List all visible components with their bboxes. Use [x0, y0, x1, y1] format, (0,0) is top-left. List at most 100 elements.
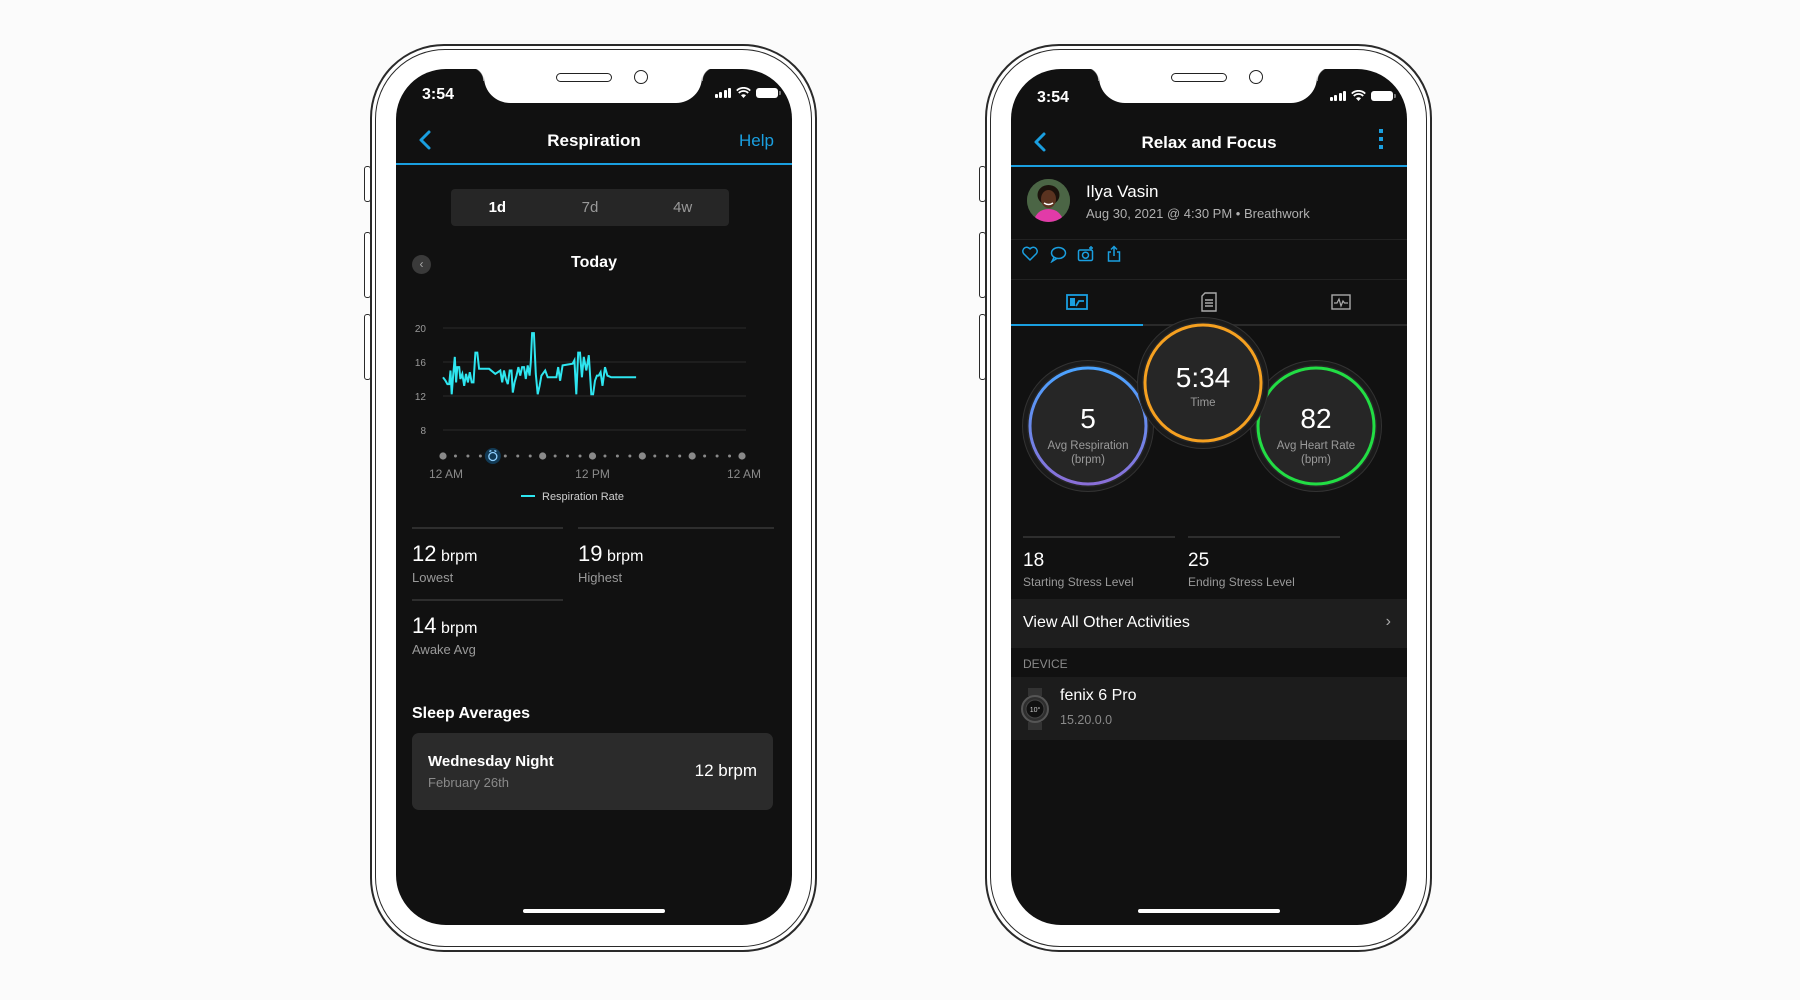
notch — [1085, 69, 1331, 103]
activity-tabs — [1011, 279, 1407, 326]
view-all-activities-row[interactable]: View All Other Activities › — [1011, 599, 1407, 648]
timeline-minor-dot — [603, 454, 607, 458]
mute-switch — [979, 166, 986, 202]
avg-heart-rate-ring: 82 Avg Heart Rate (bpm) — [1255, 365, 1377, 487]
speaker — [556, 73, 612, 82]
volume-up-button — [364, 232, 371, 298]
tab-details[interactable] — [1143, 280, 1275, 324]
stat-value: 19 — [578, 541, 603, 566]
segment-1d[interactable]: 1d — [451, 189, 544, 226]
sleep-average-card[interactable]: Wednesday Night February 26th 12 brpm — [412, 733, 773, 810]
timeline-minor-dot — [678, 454, 682, 458]
signal-icon — [1329, 90, 1346, 101]
battery-icon — [756, 88, 781, 98]
timeline-minor-dot — [528, 454, 532, 458]
timeline-minor-dot — [566, 454, 570, 458]
home-indicator[interactable] — [523, 909, 665, 913]
alarm-marker — [484, 448, 501, 464]
range-segmented-control: 1d 7d 4w — [451, 189, 729, 226]
y-tick-label: 8 — [420, 426, 426, 437]
segment-4w[interactable]: 4w — [636, 189, 729, 226]
ring-label: Time — [1190, 397, 1216, 409]
device-section-label: DEVICE — [1023, 657, 1068, 671]
sleep-averages-title: Sleep Averages — [412, 705, 530, 722]
view-all-label: View All Other Activities — [1023, 614, 1190, 631]
stat-value: 14 — [412, 613, 437, 638]
avatar[interactable] — [1027, 179, 1070, 222]
chevron-right-icon: › — [1385, 613, 1391, 630]
comment-icon[interactable] — [1049, 245, 1067, 263]
timeline-minor-dot — [503, 454, 507, 458]
x-tick-label: 12 PM — [575, 467, 610, 481]
heart-icon[interactable] — [1021, 245, 1039, 263]
volume-down-button — [979, 314, 986, 380]
battery-icon — [1371, 91, 1396, 101]
timeline-minor-dot — [628, 454, 632, 458]
add-photo-icon[interactable] — [1077, 245, 1095, 263]
status-icons — [1329, 90, 1396, 101]
timeline-major-dot — [439, 452, 447, 460]
timeline-minor-dot — [715, 454, 719, 458]
starting-stress: 18 Starting Stress Level — [1023, 536, 1175, 589]
segment-7d[interactable]: 7d — [544, 189, 637, 226]
stat-lowest: 12 brpm Lowest — [412, 527, 563, 585]
timeline-major-dot — [588, 452, 597, 460]
day-label: Today — [571, 254, 617, 271]
stat-awake-avg: 14 brpm Awake Avg — [412, 599, 563, 657]
timeline-minor-dot — [728, 454, 732, 458]
alarm-icon-bell — [489, 449, 492, 453]
sleep-card-date: February 26th — [428, 775, 509, 790]
home-indicator[interactable] — [1138, 909, 1280, 913]
alarm-icon-bell — [494, 449, 497, 453]
volume-up-button — [979, 232, 986, 298]
ring-unit: (bpm) — [1300, 454, 1332, 466]
stat-unit: brpm — [440, 548, 478, 565]
timeline-major-dot — [688, 452, 696, 460]
left-phone: 3:54 Respiration Help 1d 7d 4w ‹ Today 2… — [364, 44, 817, 952]
stress-value: 25 — [1188, 550, 1210, 571]
ring-value: 5:34 — [1175, 362, 1231, 393]
kebab-menu-icon[interactable] — [1379, 129, 1385, 149]
timeline-minor-dot — [466, 454, 470, 458]
action-bar — [1021, 245, 1123, 263]
timeline-major-dot — [738, 452, 746, 460]
respiration-chart: 20 16 12 8 12 AM 12 PM 12 AM Respiration Rate — [415, 324, 761, 503]
status-time: 3:54 — [1037, 89, 1070, 106]
stat-label: Lowest — [412, 570, 454, 585]
time-ring: 5:34 Time — [1142, 322, 1264, 444]
tab-stats[interactable] — [1011, 280, 1143, 326]
stats-tab-icon — [1066, 294, 1088, 310]
timeline-major-dot — [638, 452, 646, 460]
svg-text:10°: 10° — [1030, 706, 1041, 714]
nav-bar: Relax and Focus — [1011, 121, 1407, 167]
ring-value: 82 — [1300, 403, 1332, 434]
x-tick-label: 12 AM — [429, 467, 463, 481]
activity-meta: Aug 30, 2021 @ 4:30 PM • Breathwork — [1086, 206, 1310, 221]
respiration-screen: 3:54 Respiration Help 1d 7d 4w ‹ Today 2… — [396, 69, 792, 925]
nav-bar: Respiration Help — [396, 119, 792, 165]
timeline-minor-dot — [653, 454, 657, 458]
wifi-icon — [736, 87, 751, 98]
front-camera — [1249, 70, 1263, 84]
status-time: 3:54 — [422, 86, 455, 103]
divider — [412, 599, 563, 601]
notch — [470, 69, 716, 103]
activity-header: Ilya Vasin Aug 30, 2021 @ 4:30 PM • Brea… — [1011, 165, 1407, 240]
watch-icon: 10° — [1021, 688, 1049, 730]
stress-label: Starting Stress Level — [1023, 575, 1134, 589]
divider — [578, 527, 774, 529]
device-row[interactable]: 10° fenix 6 Pro 15.20.0.0 — [1011, 677, 1407, 740]
share-icon[interactable] — [1105, 245, 1123, 263]
page-title: Respiration — [547, 131, 641, 150]
wifi-icon — [1351, 90, 1366, 101]
x-tick-label: 12 AM — [727, 467, 761, 481]
user-name[interactable]: Ilya Vasin — [1086, 182, 1158, 202]
y-tick-label: 16 — [415, 358, 427, 369]
page-title: Relax and Focus — [1141, 133, 1277, 152]
divider — [1023, 536, 1175, 538]
ending-stress: 25 Ending Stress Level — [1188, 536, 1340, 589]
chart-tab-icon — [1331, 294, 1351, 310]
help-link[interactable]: Help — [739, 131, 774, 151]
legend-label: Respiration Rate — [542, 491, 624, 503]
tab-charts[interactable] — [1275, 280, 1407, 324]
